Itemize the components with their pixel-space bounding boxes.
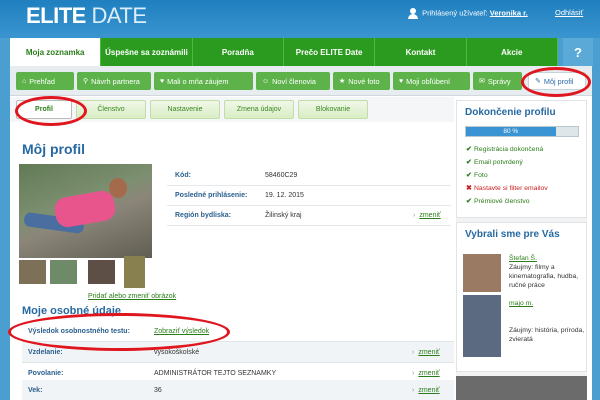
info-row: Posledné prihlásenie: 19. 12. 2015	[167, 186, 451, 206]
users-icon: ☺	[262, 77, 270, 85]
photo-thumbnail[interactable]	[88, 260, 115, 284]
check-icon: ✔	[466, 159, 472, 166]
sidebar-photo-banner	[456, 376, 587, 400]
nav-preco-elite[interactable]: Prečo ELITE Date	[283, 38, 376, 66]
completion-item: ✔ Foto	[466, 171, 488, 179]
tab-zmena-udajov[interactable]: Zmena údajov	[224, 100, 294, 119]
change-link[interactable]: zmeniť	[412, 370, 439, 377]
logout-link[interactable]: Odhlásiť	[555, 8, 583, 17]
photo-thumbnail[interactable]	[50, 260, 77, 284]
personal-row: Vek: 36 zmeniť	[22, 380, 454, 400]
suggestion-photo[interactable]	[463, 295, 501, 357]
message-icon: ✉	[479, 78, 485, 85]
annotation-circle	[8, 313, 230, 351]
change-link[interactable]: zmeniť	[412, 349, 439, 356]
completion-progress-fill: 80 %	[466, 127, 556, 136]
sub-nav: ⌂ Prehľad ⚲ Návrh partnera ♥ Mali o mňa záu…	[10, 66, 592, 96]
subnav-mali-zaujem[interactable]: ♥ Mali o mňa záujem	[154, 72, 253, 90]
completion-item-label: Registrácia dokončená	[474, 146, 544, 153]
heart-icon: ♥	[160, 77, 165, 85]
check-icon: ✔	[466, 146, 472, 153]
suggestion-name-link[interactable]: majo m.	[509, 300, 533, 307]
annotation-circle	[521, 67, 591, 97]
nav-moja-zoznamka[interactable]: Moja zoznamka	[10, 38, 102, 66]
nav-uspesne[interactable]: Úspešne sa zoznámili	[101, 38, 193, 66]
search-icon: ⚲	[83, 78, 89, 85]
suggestions-box: Vybrali sme pre Vás Štefan Š. Záujmy: fi…	[456, 222, 587, 372]
user-icon	[408, 8, 418, 19]
completion-item-label: Email potvrdený	[474, 159, 523, 166]
subnav-navrh-partnera[interactable]: ⚲ Návrh partnera	[77, 72, 151, 90]
suggestion-item: majo m. Záujmy: história, príroda, zvier…	[509, 300, 585, 343]
main-nav: Moja zoznamka Úspešne sa zoznámili Porad…	[10, 38, 558, 66]
profile-photo[interactable]	[19, 164, 152, 258]
info-row: Kód: 58460C29	[167, 166, 451, 186]
profile-completion-box: Dokončenie profilu 80 % ✔ Registrácia dok…	[456, 100, 587, 218]
subnav-nove-foto[interactable]: ★ Nové foto	[333, 72, 390, 90]
nav-akcie[interactable]: Akcie	[466, 38, 558, 66]
suggestions-title: Vybrali sme pre Vás	[465, 229, 560, 240]
heart-icon: ♥	[399, 77, 404, 85]
subnav-moji-oblubeni[interactable]: ♥ Moji obľúbení	[393, 72, 470, 90]
check-icon: ✔	[466, 198, 472, 205]
tab-nastavenie[interactable]: Nastavenie	[150, 100, 220, 119]
completion-item: ✔ Email potvrdený	[466, 158, 523, 166]
completion-item: ✔ Prémiové členstvo	[466, 197, 530, 205]
subnav-prehlad[interactable]: ⌂ Prehľad	[16, 72, 74, 90]
logged-user: Prihlásený užívateľ: Veronika r.	[408, 8, 528, 19]
suggestion-item: Štefan Š. Záujmy: filmy a kinematografia…	[509, 255, 579, 289]
annotation-circle	[15, 96, 87, 126]
change-photo-link[interactable]: Pridať alebo zmeniť obrázok	[88, 293, 176, 300]
page-title: Môj profil	[22, 141, 85, 157]
user-name-link[interactable]: Veronika r.	[490, 8, 528, 17]
help-button[interactable]: ?	[563, 38, 593, 66]
completion-item-label: Nastavte si filter emailov	[474, 185, 548, 192]
change-region-link[interactable]: zmeniť	[413, 212, 440, 219]
completion-item-label: Prémiové členstvo	[474, 198, 530, 205]
home-icon: ⌂	[22, 77, 27, 85]
completion-item: ✔ Registrácia dokončená	[466, 145, 543, 153]
subnav-spravy[interactable]: ✉ Správy	[473, 72, 522, 90]
suggestion-name-link[interactable]: Štefan Š.	[509, 255, 537, 262]
completion-item-label: Foto	[474, 172, 488, 179]
top-bar: ELITE DATE Prihlásený užívateľ: Veronika…	[0, 0, 600, 38]
photo-thumbnail[interactable]	[19, 260, 46, 284]
completion-title: Dokončenie profilu	[465, 107, 556, 118]
completion-progress: 80 %	[465, 126, 579, 137]
suggestion-photo[interactable]	[463, 254, 501, 292]
nav-kontakt[interactable]: Kontakt	[375, 38, 467, 66]
info-row: Región bydliska: Žilinský kraj zmeniť	[167, 206, 451, 226]
tab-blokovanie[interactable]: Blokovanie	[298, 100, 368, 119]
check-icon: ✔	[466, 172, 472, 179]
logged-user-label: Prihlásený užívateľ:	[422, 8, 488, 18]
subnav-novi-clenovia[interactable]: ☺ Noví členovia	[256, 72, 330, 90]
completion-item: ✖ Nastavte si filter emailov	[466, 184, 548, 192]
star-icon: ★	[339, 78, 346, 85]
cross-icon: ✖	[466, 185, 472, 192]
site-logo[interactable]: ELITE DATE	[26, 3, 147, 29]
change-link[interactable]: zmeniť	[412, 387, 439, 394]
photo-thumbnail[interactable]	[124, 256, 145, 288]
nav-poradna[interactable]: Poradňa	[192, 38, 284, 66]
